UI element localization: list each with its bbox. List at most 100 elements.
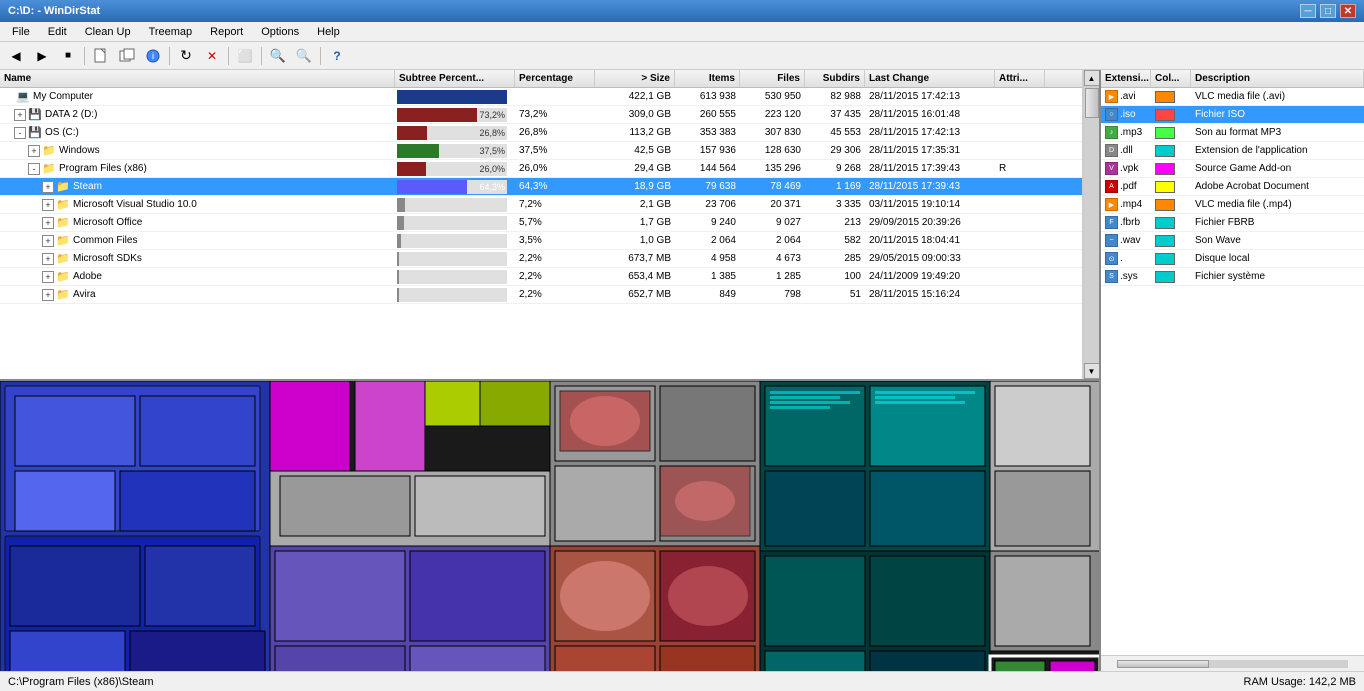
ext-col-header-ext[interactable]: Extensi... bbox=[1101, 70, 1151, 87]
menu-cleanup[interactable]: Clean Up bbox=[77, 24, 139, 40]
ext-list-item[interactable]: V.vpkSource Game Add-on bbox=[1101, 160, 1364, 178]
menu-edit[interactable]: Edit bbox=[40, 24, 75, 40]
col-header-pct[interactable]: Percentage bbox=[515, 70, 595, 87]
fbrb-icon: F bbox=[1105, 216, 1118, 229]
subtree-bar-text: 26,8% bbox=[479, 126, 505, 140]
ext-list-item[interactable]: ⊙.Disque local bbox=[1101, 250, 1364, 268]
ext-color-swatch bbox=[1155, 199, 1175, 211]
expand-button[interactable]: + bbox=[42, 181, 54, 193]
expand-button[interactable]: + bbox=[28, 145, 40, 157]
ext-col-header-col[interactable]: Col... bbox=[1151, 70, 1191, 87]
wav-icon: ~ bbox=[1105, 234, 1118, 247]
expand-button[interactable]: - bbox=[14, 127, 26, 139]
expand-button[interactable]: + bbox=[42, 217, 54, 229]
expand-button[interactable]: + bbox=[42, 253, 54, 265]
row-name: Microsoft Visual Studio 10.0 bbox=[73, 199, 197, 210]
scroll-thumb[interactable] bbox=[1085, 88, 1099, 118]
tree-row[interactable]: +📁Microsoft SDKs2,2%673,7 MB4 9584 67328… bbox=[0, 250, 1082, 268]
ext-description: Extension de l'application bbox=[1191, 145, 1364, 156]
row-subdirs: 29 306 bbox=[805, 145, 865, 156]
expand-button[interactable]: + bbox=[42, 235, 54, 247]
menu-report[interactable]: Report bbox=[202, 24, 251, 40]
ext-hscroll-thumb[interactable] bbox=[1117, 660, 1209, 668]
row-attri: R bbox=[995, 163, 1045, 174]
subtree-bar bbox=[397, 162, 426, 176]
minimize-button[interactable]: ─ bbox=[1300, 4, 1316, 18]
col-header-items[interactable]: Items bbox=[675, 70, 740, 87]
col-header-size[interactable]: > Size bbox=[595, 70, 675, 87]
maximize-button[interactable]: □ bbox=[1320, 4, 1336, 18]
toolbar-file2[interactable] bbox=[115, 45, 139, 67]
tree-row[interactable]: +💾DATA 2 (D:)73,2%73,2%309,0 GB260 55522… bbox=[0, 106, 1082, 124]
row-size: 309,0 GB bbox=[595, 109, 675, 120]
tree-row[interactable]: +📁Steam64,3%64,3%18,9 GB79 63878 4691 16… bbox=[0, 178, 1082, 196]
toolbar-back[interactable]: ◀ bbox=[4, 45, 28, 67]
menu-treemap[interactable]: Treemap bbox=[141, 24, 201, 40]
col-header-lastchange[interactable]: Last Change bbox=[865, 70, 995, 87]
treemap-area[interactable] bbox=[0, 381, 1099, 671]
scroll-down[interactable]: ▼ bbox=[1084, 363, 1100, 379]
expand-button[interactable]: - bbox=[28, 163, 40, 175]
scroll-up[interactable]: ▲ bbox=[1084, 70, 1100, 86]
title-bar-controls: ─ □ ✕ bbox=[1300, 4, 1356, 18]
toolbar-stop[interactable]: ■ bbox=[56, 45, 80, 67]
toolbar-cancel[interactable]: ✕ bbox=[200, 45, 224, 67]
menu-file[interactable]: File bbox=[4, 24, 38, 40]
row-items: 260 555 bbox=[675, 109, 740, 120]
toolbar-sep2 bbox=[169, 47, 170, 65]
ext-list-item[interactable]: ▶.mp4VLC media file (.mp4) bbox=[1101, 196, 1364, 214]
ext-list-item[interactable]: ~.wavSon Wave bbox=[1101, 232, 1364, 250]
ext-list-item[interactable]: ○.isoFichier ISO bbox=[1101, 106, 1364, 124]
row-files: 78 469 bbox=[740, 181, 805, 192]
toolbar-refresh[interactable]: ↻ bbox=[174, 45, 198, 67]
expand-button[interactable]: + bbox=[42, 289, 54, 301]
menu-help[interactable]: Help bbox=[309, 24, 348, 40]
expand-button[interactable]: + bbox=[42, 199, 54, 211]
expand-button[interactable]: + bbox=[42, 271, 54, 283]
tree-row[interactable]: -💾OS (C:)26,8%26,8%113,2 GB353 383307 83… bbox=[0, 124, 1082, 142]
toolbar-zoom-in[interactable]: 🔍 bbox=[266, 45, 290, 67]
toolbar-file3[interactable]: i bbox=[141, 45, 165, 67]
ext-color-swatch bbox=[1155, 271, 1175, 283]
ext-list-item[interactable]: A.pdfAdobe Acrobat Document bbox=[1101, 178, 1364, 196]
col-header-name[interactable]: Name bbox=[0, 70, 395, 87]
ext-list-item[interactable]: S.sysFichier système bbox=[1101, 268, 1364, 286]
toolbar-file1[interactable] bbox=[89, 45, 113, 67]
ext-col-header-desc[interactable]: Description bbox=[1191, 70, 1364, 87]
subtree-bar bbox=[397, 180, 467, 194]
folder-icon: 💾 bbox=[28, 126, 42, 140]
tree-row[interactable]: +📁Avira2,2%652,7 MB8497985128/11/2015 15… bbox=[0, 286, 1082, 304]
tree-row[interactable]: +📁Microsoft Visual Studio 10.07,2%2,1 GB… bbox=[0, 196, 1082, 214]
tree-row[interactable]: +📁Adobe2,2%653,4 MB1 3851 28510024/11/20… bbox=[0, 268, 1082, 286]
col-header-subtree[interactable]: Subtree Percent... bbox=[395, 70, 515, 87]
tree-row[interactable]: -📁Program Files (x86)26,0%26,0%29,4 GB14… bbox=[0, 160, 1082, 178]
ext-list-item[interactable]: ▶.aviVLC media file (.avi) bbox=[1101, 88, 1364, 106]
ext-list-item[interactable]: F.fbrbFichier FBRB bbox=[1101, 214, 1364, 232]
row-name: Program Files (x86) bbox=[59, 163, 147, 174]
row-size: 2,1 GB bbox=[595, 199, 675, 210]
toolbar-help[interactable]: ? bbox=[325, 45, 349, 67]
ext-rows-container: ▶.aviVLC media file (.avi)○.isoFichier I… bbox=[1101, 88, 1364, 655]
ext-list-item[interactable]: D.dllExtension de l'application bbox=[1101, 142, 1364, 160]
toolbar-rect[interactable]: ⬜ bbox=[233, 45, 257, 67]
tree-row[interactable]: +📁Common Files3,5%1,0 GB2 0642 06458220/… bbox=[0, 232, 1082, 250]
col-header-attri[interactable]: Attri... bbox=[995, 70, 1045, 87]
expand-button[interactable]: + bbox=[14, 109, 26, 121]
tree-row[interactable]: 💻My Computer422,1 GB613 938530 95082 988… bbox=[0, 88, 1082, 106]
main-area: Name Subtree Percent... Percentage > Siz… bbox=[0, 70, 1364, 671]
row-files: 530 950 bbox=[740, 91, 805, 102]
subtree-bar-text: 37,5% bbox=[479, 144, 505, 158]
folder-icon: 📁 bbox=[56, 288, 70, 302]
toolbar-forward[interactable]: ▶ bbox=[30, 45, 54, 67]
ext-description: Son au format MP3 bbox=[1191, 127, 1364, 138]
ext-list-item[interactable]: ♪.mp3Son au format MP3 bbox=[1101, 124, 1364, 142]
close-button[interactable]: ✕ bbox=[1340, 4, 1356, 18]
tree-scrollbar[interactable]: ▲ ▼ bbox=[1083, 70, 1099, 379]
tree-row[interactable]: +📁Microsoft Office5,7%1,7 GB9 2409 02721… bbox=[0, 214, 1082, 232]
tree-row[interactable]: +📁Windows37,5%37,5%42,5 GB157 936128 630… bbox=[0, 142, 1082, 160]
col-header-subdirs[interactable]: Subdirs bbox=[805, 70, 865, 87]
toolbar-zoom-out[interactable]: 🔍 bbox=[292, 45, 316, 67]
ext-scrollbar-area bbox=[1101, 655, 1364, 671]
col-header-files[interactable]: Files bbox=[740, 70, 805, 87]
menu-options[interactable]: Options bbox=[253, 24, 307, 40]
